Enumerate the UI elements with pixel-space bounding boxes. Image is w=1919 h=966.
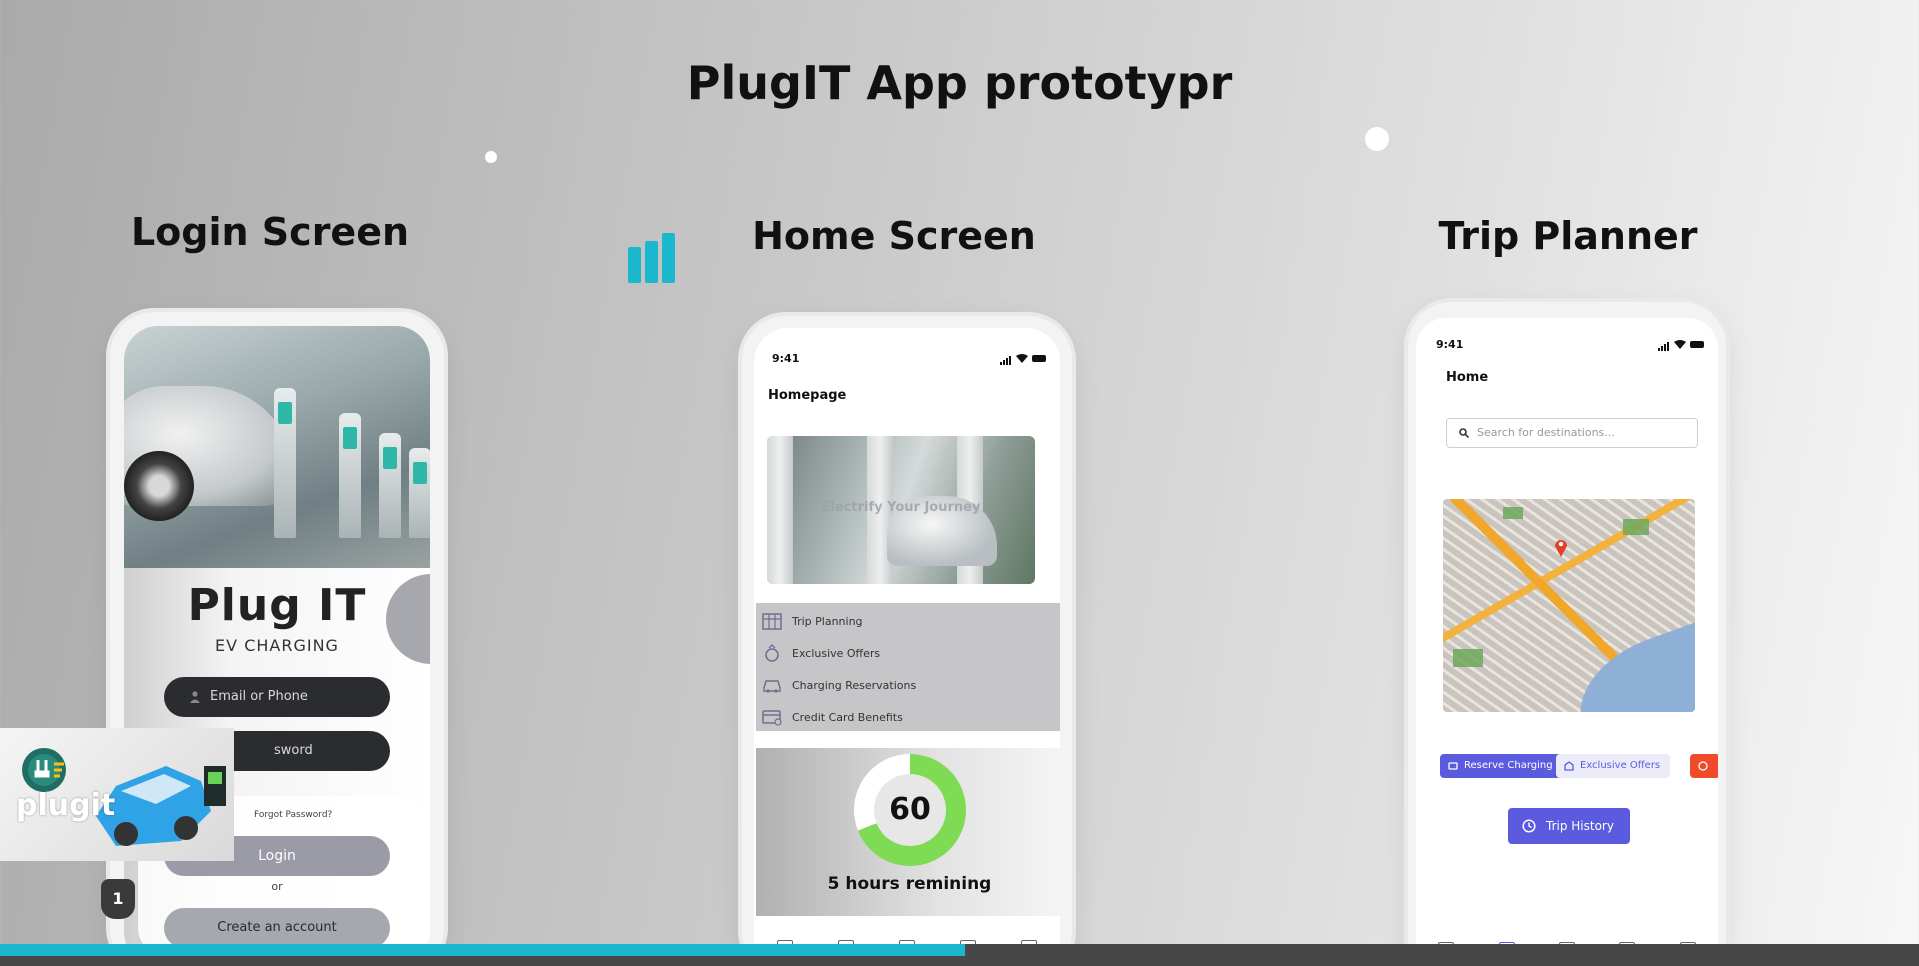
home-section-title: Home Screen: [752, 214, 1036, 258]
car-icon: [763, 680, 781, 693]
email-field[interactable]: Email or Phone: [164, 677, 390, 717]
feature-menu: Trip Planning Exclusive Offers Charging …: [756, 603, 1060, 731]
signal-icon: [1658, 338, 1670, 351]
calendar-grid-icon: [762, 613, 782, 630]
trip-history-button[interactable]: Trip History: [1508, 808, 1630, 844]
tag-icon: [1448, 762, 1458, 770]
decorative-dot: [1365, 127, 1389, 151]
menu-item-exclusive-offers[interactable]: Exclusive Offers: [762, 641, 880, 665]
trip-phone: 9:41 Home Search for destinations... Res…: [1408, 302, 1726, 966]
credit-card-icon: [762, 710, 782, 726]
search-placeholder: Search for destinations...: [1477, 426, 1615, 439]
forgot-password-link[interactable]: Forgot Password?: [254, 810, 332, 820]
timer-caption: 5 hours remining: [827, 874, 992, 894]
brand-title: Plug IT: [187, 580, 367, 631]
status-time: 9:41: [1436, 338, 1464, 351]
exclusive-offers-button[interactable]: Exclusive Offers: [1556, 754, 1671, 778]
plugit-logo-card: plugit: [0, 728, 234, 861]
city-map[interactable]: [1443, 499, 1695, 712]
overflow-chip[interactable]: [1690, 754, 1718, 778]
page-title: Home: [1446, 370, 1489, 385]
offer-icon: [1564, 761, 1574, 771]
trip-screen: 9:41 Home Search for destinations... Res…: [1416, 318, 1718, 966]
clock-icon: [1698, 761, 1708, 771]
charging-timer-panel: 60 5 hours remining: [756, 748, 1060, 916]
presentation-progress-fill: [0, 944, 966, 956]
home-phone: 9:41 Homepage Electrify Your Journey Tri…: [742, 316, 1072, 966]
destination-search-input[interactable]: Search for destinations...: [1446, 418, 1698, 448]
charging-progress-ring: 60: [854, 754, 966, 866]
plugit-wordmark: plugit: [16, 788, 116, 823]
create-account-button[interactable]: Create an account: [164, 908, 390, 948]
decorative-dot: [485, 151, 497, 163]
trip-section-title: Trip Planner: [1438, 214, 1698, 258]
user-icon: [190, 691, 200, 703]
home-screen: 9:41 Homepage Electrify Your Journey Tri…: [754, 328, 1060, 966]
trip-history-label: Trip History: [1546, 819, 1614, 833]
wifi-icon: [1674, 340, 1686, 349]
battery-icon: [1690, 341, 1704, 348]
timer-value: 60: [874, 774, 946, 846]
or-divider: or: [271, 880, 283, 893]
plug-logo-icon: [22, 748, 66, 792]
status-icons: [1658, 338, 1704, 351]
menu-item-charging-reservations[interactable]: Charging Reservations: [762, 673, 916, 697]
login-phone: Plug IT EV CHARGING Email or Phone sword…: [110, 312, 444, 966]
reserve-charging-button[interactable]: Reserve Charging: [1440, 754, 1563, 778]
hero-overlay-text: Electrify Your Journey: [821, 500, 981, 515]
signal-icon: [1000, 352, 1012, 365]
menu-item-label: Charging Reservations: [792, 678, 917, 692]
menu-item-label: Exclusive Offers: [792, 646, 881, 660]
menu-item-trip-planning[interactable]: Trip Planning: [762, 609, 863, 633]
history-icon: [1522, 819, 1536, 833]
hero-charging-photo: Electrify Your Journey: [767, 436, 1035, 584]
menu-item-label: Credit Card Benefits: [792, 710, 903, 724]
status-time: 9:41: [772, 352, 800, 365]
brand-subtitle: EV CHARGING: [215, 636, 339, 655]
ring-icon: [765, 644, 779, 662]
login-section-title: Login Screen: [130, 210, 410, 254]
page-title: Homepage: [768, 388, 847, 403]
password-placeholder: sword: [274, 743, 313, 758]
location-pin-icon[interactable]: [1553, 537, 1569, 557]
chip-label: Exclusive Offers: [1580, 760, 1661, 771]
status-icons: [1000, 352, 1046, 365]
page-number-badge: 1: [101, 879, 135, 919]
battery-icon: [1032, 355, 1046, 362]
search-icon: [1459, 428, 1469, 438]
chip-label: Reserve Charging: [1464, 760, 1553, 771]
slide-title: PlugIT App prototypr: [686, 56, 1233, 110]
login-screen: Plug IT EV CHARGING Email or Phone sword…: [124, 326, 430, 966]
bar-chart-icon: [628, 233, 676, 283]
ev-charging-photo: [124, 326, 430, 568]
email-placeholder: Email or Phone: [210, 689, 308, 704]
menu-item-label: Trip Planning: [792, 614, 863, 628]
wifi-icon: [1016, 354, 1028, 363]
menu-item-credit-card-benefits[interactable]: Credit Card Benefits: [762, 705, 903, 729]
